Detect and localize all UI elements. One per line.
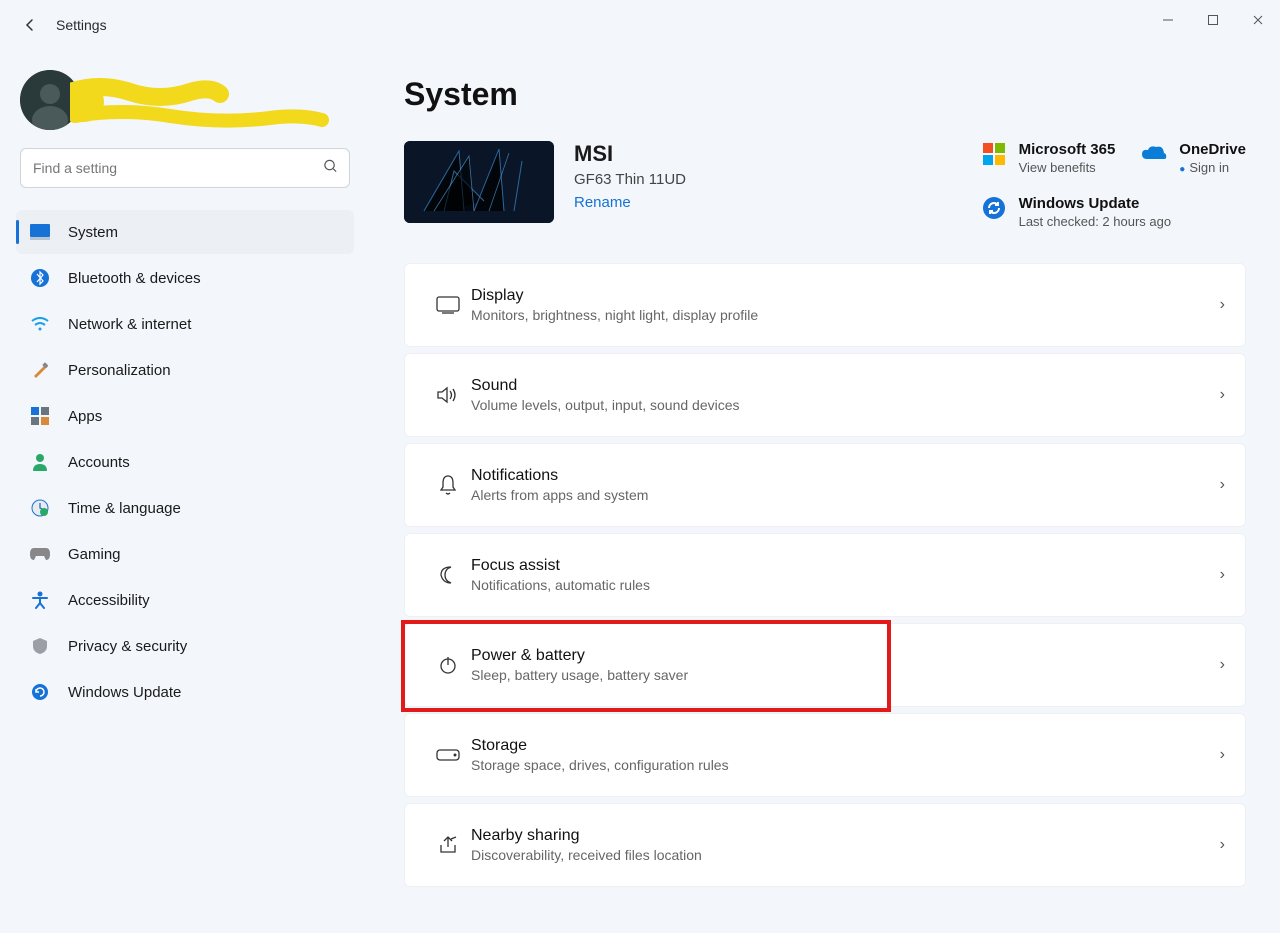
- microsoft-365-icon: [981, 141, 1007, 167]
- widget-subtitle: View benefits: [1019, 160, 1116, 175]
- sidebar-item-gaming[interactable]: Gaming: [16, 532, 354, 576]
- widget-title: OneDrive: [1179, 141, 1246, 158]
- item-title: Sound: [471, 377, 1220, 395]
- item-title: Storage: [471, 737, 1220, 755]
- microsoft-365-widget[interactable]: Microsoft 365 View benefits: [981, 141, 1116, 175]
- sidebar-item-label: Gaming: [68, 546, 121, 563]
- search-icon: [323, 159, 338, 178]
- widget-subtitle: ●Sign in: [1179, 160, 1246, 175]
- update-icon: [30, 682, 50, 702]
- share-icon: [425, 835, 471, 855]
- sidebar-item-windows-update[interactable]: Windows Update: [16, 670, 354, 714]
- widget-title: Windows Update: [1019, 195, 1172, 212]
- sidebar-item-label: Bluetooth & devices: [68, 270, 201, 287]
- person-icon: [30, 452, 50, 472]
- item-subtitle: Monitors, brightness, night light, displ…: [471, 307, 1220, 323]
- shield-icon: [30, 636, 50, 656]
- chevron-right-icon: ›: [1220, 746, 1225, 764]
- item-subtitle: Sleep, battery usage, battery saver: [471, 667, 1220, 683]
- sidebar-item-personalization[interactable]: Personalization: [16, 348, 354, 392]
- onedrive-icon: [1141, 141, 1167, 167]
- item-title: Focus assist: [471, 557, 1220, 575]
- wifi-icon: [30, 314, 50, 334]
- bell-icon: [425, 474, 471, 496]
- paintbrush-icon: [30, 360, 50, 380]
- item-title: Notifications: [471, 467, 1220, 485]
- item-title: Display: [471, 287, 1220, 305]
- sidebar-item-label: Privacy & security: [68, 638, 187, 655]
- item-subtitle: Volume levels, output, input, sound devi…: [471, 397, 1220, 413]
- sidebar-item-bluetooth[interactable]: Bluetooth & devices: [16, 256, 354, 300]
- gamepad-icon: [30, 544, 50, 564]
- sidebar-item-time-language[interactable]: Time & language: [16, 486, 354, 530]
- sidebar-item-label: Network & internet: [68, 316, 191, 333]
- sidebar-item-label: Accounts: [68, 454, 130, 471]
- item-subtitle: Discoverability, received files location: [471, 847, 1220, 863]
- device-model: GF63 Thin 11UD: [574, 171, 686, 188]
- search-input[interactable]: [20, 148, 350, 188]
- device-info-block[interactable]: MSI GF63 Thin 11UD Rename: [404, 141, 953, 223]
- sidebar-item-label: Apps: [68, 408, 102, 425]
- chevron-right-icon: ›: [1220, 296, 1225, 314]
- redacted-profile-info: [70, 74, 330, 134]
- chevron-right-icon: ›: [1220, 566, 1225, 584]
- item-subtitle: Alerts from apps and system: [471, 487, 1220, 503]
- back-button[interactable]: [12, 7, 48, 43]
- item-title: Power & battery: [471, 647, 1220, 665]
- chevron-right-icon: ›: [1220, 386, 1225, 404]
- sidebar-item-network[interactable]: Network & internet: [16, 302, 354, 346]
- close-button[interactable]: [1235, 0, 1280, 40]
- settings-item-display[interactable]: Display Monitors, brightness, night light…: [404, 263, 1246, 347]
- minimize-button[interactable]: [1145, 0, 1190, 40]
- device-name: MSI: [574, 141, 686, 167]
- bluetooth-icon: [30, 268, 50, 288]
- sidebar-item-label: System: [68, 224, 118, 241]
- system-icon: [30, 222, 50, 242]
- apps-icon: [30, 406, 50, 426]
- sidebar-item-label: Personalization: [68, 362, 171, 379]
- widget-subtitle: Last checked: 2 hours ago: [1019, 214, 1172, 229]
- chevron-right-icon: ›: [1220, 656, 1225, 674]
- page-title: System: [404, 76, 1246, 113]
- sound-icon: [425, 385, 471, 405]
- profile[interactable]: [20, 70, 350, 130]
- sidebar-item-system[interactable]: System: [16, 210, 354, 254]
- item-subtitle: Notifications, automatic rules: [471, 577, 1220, 593]
- chevron-right-icon: ›: [1220, 476, 1225, 494]
- chevron-right-icon: ›: [1220, 836, 1225, 854]
- widget-title: Microsoft 365: [1019, 141, 1116, 158]
- sidebar-item-privacy[interactable]: Privacy & security: [16, 624, 354, 668]
- sidebar-item-label: Time & language: [68, 500, 181, 517]
- settings-item-nearby-sharing[interactable]: Nearby sharing Discoverability, received …: [404, 803, 1246, 887]
- accessibility-icon: [30, 590, 50, 610]
- onedrive-widget[interactable]: OneDrive ●Sign in: [1141, 141, 1246, 175]
- rename-link[interactable]: Rename: [574, 194, 686, 211]
- settings-item-sound[interactable]: Sound Volume levels, output, input, sound…: [404, 353, 1246, 437]
- sync-icon: [981, 195, 1007, 221]
- sidebar: System Bluetooth & devices Network & int…: [0, 50, 370, 933]
- sidebar-item-apps[interactable]: Apps: [16, 394, 354, 438]
- main-content: System MSI GF63 Thin 11UD Rename Mi: [370, 50, 1280, 933]
- sidebar-item-label: Accessibility: [68, 592, 150, 609]
- device-wallpaper-thumbnail: [404, 141, 554, 223]
- settings-item-power-battery[interactable]: Power & battery Sleep, battery usage, bat…: [404, 623, 1246, 707]
- moon-icon: [425, 565, 471, 585]
- windows-update-widget[interactable]: Windows Update Last checked: 2 hours ago: [981, 195, 1246, 229]
- storage-icon: [425, 749, 471, 761]
- item-subtitle: Storage space, drives, configuration rul…: [471, 757, 1220, 773]
- settings-item-storage[interactable]: Storage Storage space, drives, configurat…: [404, 713, 1246, 797]
- sidebar-item-accessibility[interactable]: Accessibility: [16, 578, 354, 622]
- app-title: Settings: [56, 17, 107, 33]
- item-title: Nearby sharing: [471, 827, 1220, 845]
- settings-item-focus-assist[interactable]: Focus assist Notifications, automatic rul…: [404, 533, 1246, 617]
- clock-globe-icon: [30, 498, 50, 518]
- sidebar-item-accounts[interactable]: Accounts: [16, 440, 354, 484]
- display-icon: [425, 296, 471, 314]
- settings-item-notifications[interactable]: Notifications Alerts from apps and system…: [404, 443, 1246, 527]
- sidebar-item-label: Windows Update: [68, 684, 181, 701]
- maximize-button[interactable]: [1190, 0, 1235, 40]
- power-icon: [425, 655, 471, 675]
